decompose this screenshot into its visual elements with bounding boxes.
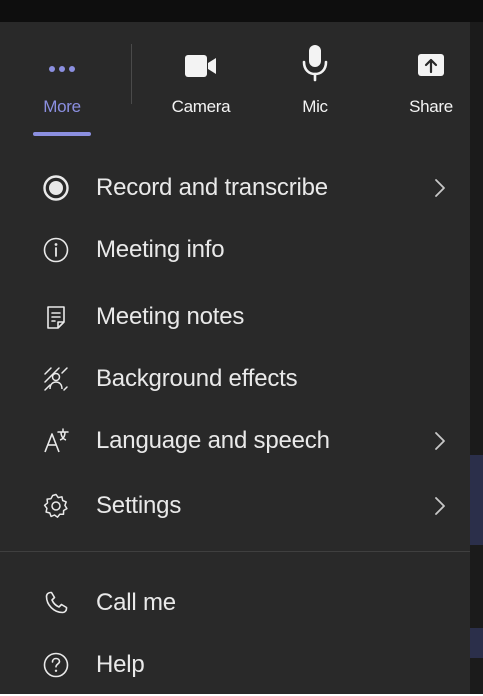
camera-button[interactable]: Camera [160, 22, 242, 142]
more-label: More [43, 97, 81, 116]
menu-item-label: Language and speech [96, 427, 330, 454]
share-icon [417, 53, 445, 82]
menu-item-label: Record and transcribe [96, 174, 328, 201]
menu-item-label: Help [96, 651, 145, 678]
menu-item-meeting-notes[interactable]: Meeting notes [0, 286, 470, 348]
chevron-right-icon [432, 494, 448, 518]
mic-label: Mic [302, 97, 328, 116]
meeting-toolbar: More Camera Mic Share [0, 22, 470, 142]
share-label: Share [409, 97, 453, 116]
menu-item-settings[interactable]: Settings [0, 475, 470, 537]
menu-item-label: Call me [96, 589, 176, 616]
record-icon [42, 174, 70, 202]
menu-item-call-me[interactable]: Call me [0, 572, 470, 634]
microphone-icon [302, 44, 328, 87]
language-icon [42, 427, 70, 455]
menu-item-background-effects[interactable]: Background effects [0, 348, 470, 410]
share-button[interactable]: Share [392, 22, 470, 142]
menu-item-language-and-speech[interactable]: Language and speech [0, 410, 470, 472]
gear-icon [42, 492, 70, 520]
more-dots-icon [48, 60, 76, 78]
camera-icon [184, 54, 218, 83]
background-window-fragment [470, 628, 483, 658]
menu-item-help[interactable]: Help [0, 634, 470, 696]
camera-label: Camera [171, 97, 231, 116]
menu-item-label: Meeting notes [96, 303, 245, 330]
menu-item-record-and-transcribe[interactable]: Record and transcribe [0, 157, 470, 219]
notes-icon [42, 303, 70, 331]
info-icon [42, 236, 70, 264]
chevron-right-icon [432, 429, 448, 453]
help-icon [42, 651, 70, 679]
background-window-edge [470, 22, 483, 694]
menu-item-label: Background effects [96, 365, 298, 392]
active-tab-indicator [33, 132, 91, 136]
menu-item-meeting-info[interactable]: Meeting info [0, 219, 470, 281]
chevron-right-icon [432, 176, 448, 200]
menu-item-label: Meeting info [96, 236, 225, 263]
menu-item-label: Settings [96, 492, 182, 519]
window-top-bar [0, 0, 483, 22]
background-window-fragment [470, 455, 483, 545]
phone-icon [42, 589, 70, 617]
menu-divider [0, 551, 470, 552]
background-effects-icon [42, 365, 70, 393]
mic-button[interactable]: Mic [285, 22, 345, 142]
more-button[interactable]: More [22, 22, 102, 142]
toolbar-divider [131, 44, 132, 104]
